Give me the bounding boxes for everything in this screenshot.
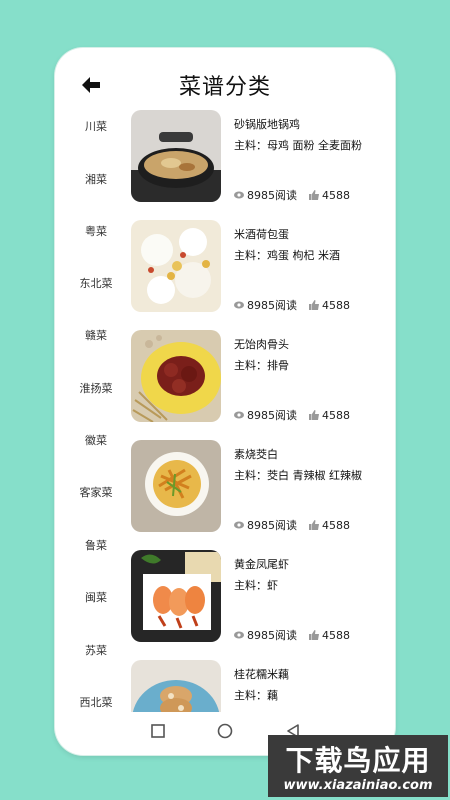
sidebar-item-gan[interactable]: 赣菜	[65, 324, 127, 348]
recipe-image	[131, 440, 221, 532]
recent-apps-button[interactable]	[149, 722, 167, 740]
recipe-stats: 8985阅读 4588	[234, 187, 350, 203]
sidebar-item-xibei[interactable]: 西北菜	[65, 691, 127, 712]
sidebar-item-chuan[interactable]: 川菜	[65, 115, 127, 139]
sidebar-item-hui[interactable]: 徽菜	[65, 429, 127, 453]
view-count: 8985阅读	[247, 409, 297, 422]
like-count: 4588	[322, 628, 350, 642]
view-count: 8985阅读	[247, 629, 297, 642]
recipe-stats: 8985阅读 4588	[234, 627, 350, 643]
recipe-ingredients: 主料：母鸡 面粉 全麦面粉	[234, 139, 362, 152]
eye-icon	[234, 631, 244, 639]
eye-icon	[234, 521, 244, 529]
eye-icon	[234, 301, 244, 309]
thumbs-up-icon[interactable]	[309, 630, 319, 640]
recipe-image	[131, 550, 221, 642]
like-count: 4588	[322, 408, 350, 422]
header: 菜谱分类	[65, 60, 385, 110]
like-count: 4588	[322, 518, 350, 532]
like-count: 4588	[322, 298, 350, 312]
recipe-name: 黄金凤尾虾	[234, 558, 289, 571]
recipe-name: 素烧茭白	[234, 448, 278, 461]
recipe-name: 无饴肉骨头	[234, 338, 289, 351]
sidebar-item-min[interactable]: 闽菜	[65, 586, 127, 610]
watermark-url: www.xiazainiao.com	[283, 778, 433, 793]
recipe-name: 米酒荷包蛋	[234, 228, 289, 241]
page-title: 菜谱分类	[178, 75, 271, 100]
recipe-card[interactable]: 素烧茭白 主料：茭白 青辣椒 红辣椒 8985阅读 4588	[131, 440, 385, 534]
recipe-stats: 8985阅读 4588	[234, 517, 350, 533]
recipe-card[interactable]: 无饴肉骨头 主料：排骨 8985阅读 4588	[131, 330, 385, 424]
view-count: 8985阅读	[247, 189, 297, 202]
recipe-card[interactable]: 米酒荷包蛋 主料：鸡蛋 枸杞 米酒 8985阅读 4588	[131, 220, 385, 314]
recipe-ingredients: 主料：排骨	[234, 359, 289, 372]
recipe-stats: 8985阅读 4588	[234, 407, 350, 423]
thumbs-up-icon[interactable]	[309, 190, 319, 200]
home-circle-icon	[217, 723, 233, 739]
recipe-ingredients: 主料：虾	[234, 579, 278, 592]
sidebar-item-xiang[interactable]: 湘菜	[65, 168, 127, 192]
recipe-image	[131, 220, 221, 312]
app-screen: 菜谱分类 川菜 湘菜 粤菜 东北菜 赣菜 淮扬菜 徽菜 客家菜 鲁菜 闽菜 苏菜…	[65, 60, 385, 712]
recipe-card[interactable]: 桂花糯米藕 主料：藕	[131, 660, 385, 712]
recent-apps-square-icon	[151, 724, 165, 738]
recipe-ingredients: 主料：茭白 青辣椒 红辣椒	[234, 469, 362, 482]
thumbs-up-icon[interactable]	[309, 410, 319, 420]
category-sidebar: 川菜 湘菜 粤菜 东北菜 赣菜 淮扬菜 徽菜 客家菜 鲁菜 闽菜 苏菜 西北菜	[65, 110, 127, 712]
recipe-image	[131, 660, 221, 712]
home-button[interactable]	[216, 722, 234, 740]
eye-icon	[234, 411, 244, 419]
sidebar-item-dongbei[interactable]: 东北菜	[65, 272, 127, 296]
recipe-name: 砂锅版地锅鸡	[234, 118, 300, 131]
watermark: 下载鸟应用 www.xiazainiao.com	[268, 735, 448, 797]
recipe-ingredients: 主料：鸡蛋 枸杞 米酒	[234, 249, 340, 262]
recipe-image	[131, 330, 221, 422]
view-count: 8985阅读	[247, 299, 297, 312]
view-count: 8985阅读	[247, 519, 297, 532]
thumbs-up-icon[interactable]	[309, 520, 319, 530]
sidebar-item-lu[interactable]: 鲁菜	[65, 534, 127, 558]
thumbs-up-icon[interactable]	[309, 300, 319, 310]
sidebar-item-su[interactable]: 苏菜	[65, 639, 127, 663]
sidebar-item-huaiyang[interactable]: 淮扬菜	[65, 377, 127, 401]
recipe-stats: 8985阅读 4588	[234, 297, 350, 313]
recipe-list: 砂锅版地锅鸡 主料：母鸡 面粉 全麦面粉 8985阅读 4588 米酒荷包蛋 主…	[131, 110, 385, 712]
recipe-card[interactable]: 砂锅版地锅鸡 主料：母鸡 面粉 全麦面粉 8985阅读 4588	[131, 110, 385, 204]
recipe-image	[131, 110, 221, 202]
sidebar-item-yue[interactable]: 粤菜	[65, 220, 127, 244]
sidebar-item-kejia[interactable]: 客家菜	[65, 481, 127, 505]
watermark-title: 下载鸟应用	[285, 744, 431, 777]
eye-icon	[234, 191, 244, 199]
like-count: 4588	[322, 188, 350, 202]
recipe-ingredients: 主料：藕	[234, 689, 278, 702]
recipe-name: 桂花糯米藕	[234, 668, 289, 681]
recipe-card[interactable]: 黄金凤尾虾 主料：虾 8985阅读 4588	[131, 550, 385, 644]
